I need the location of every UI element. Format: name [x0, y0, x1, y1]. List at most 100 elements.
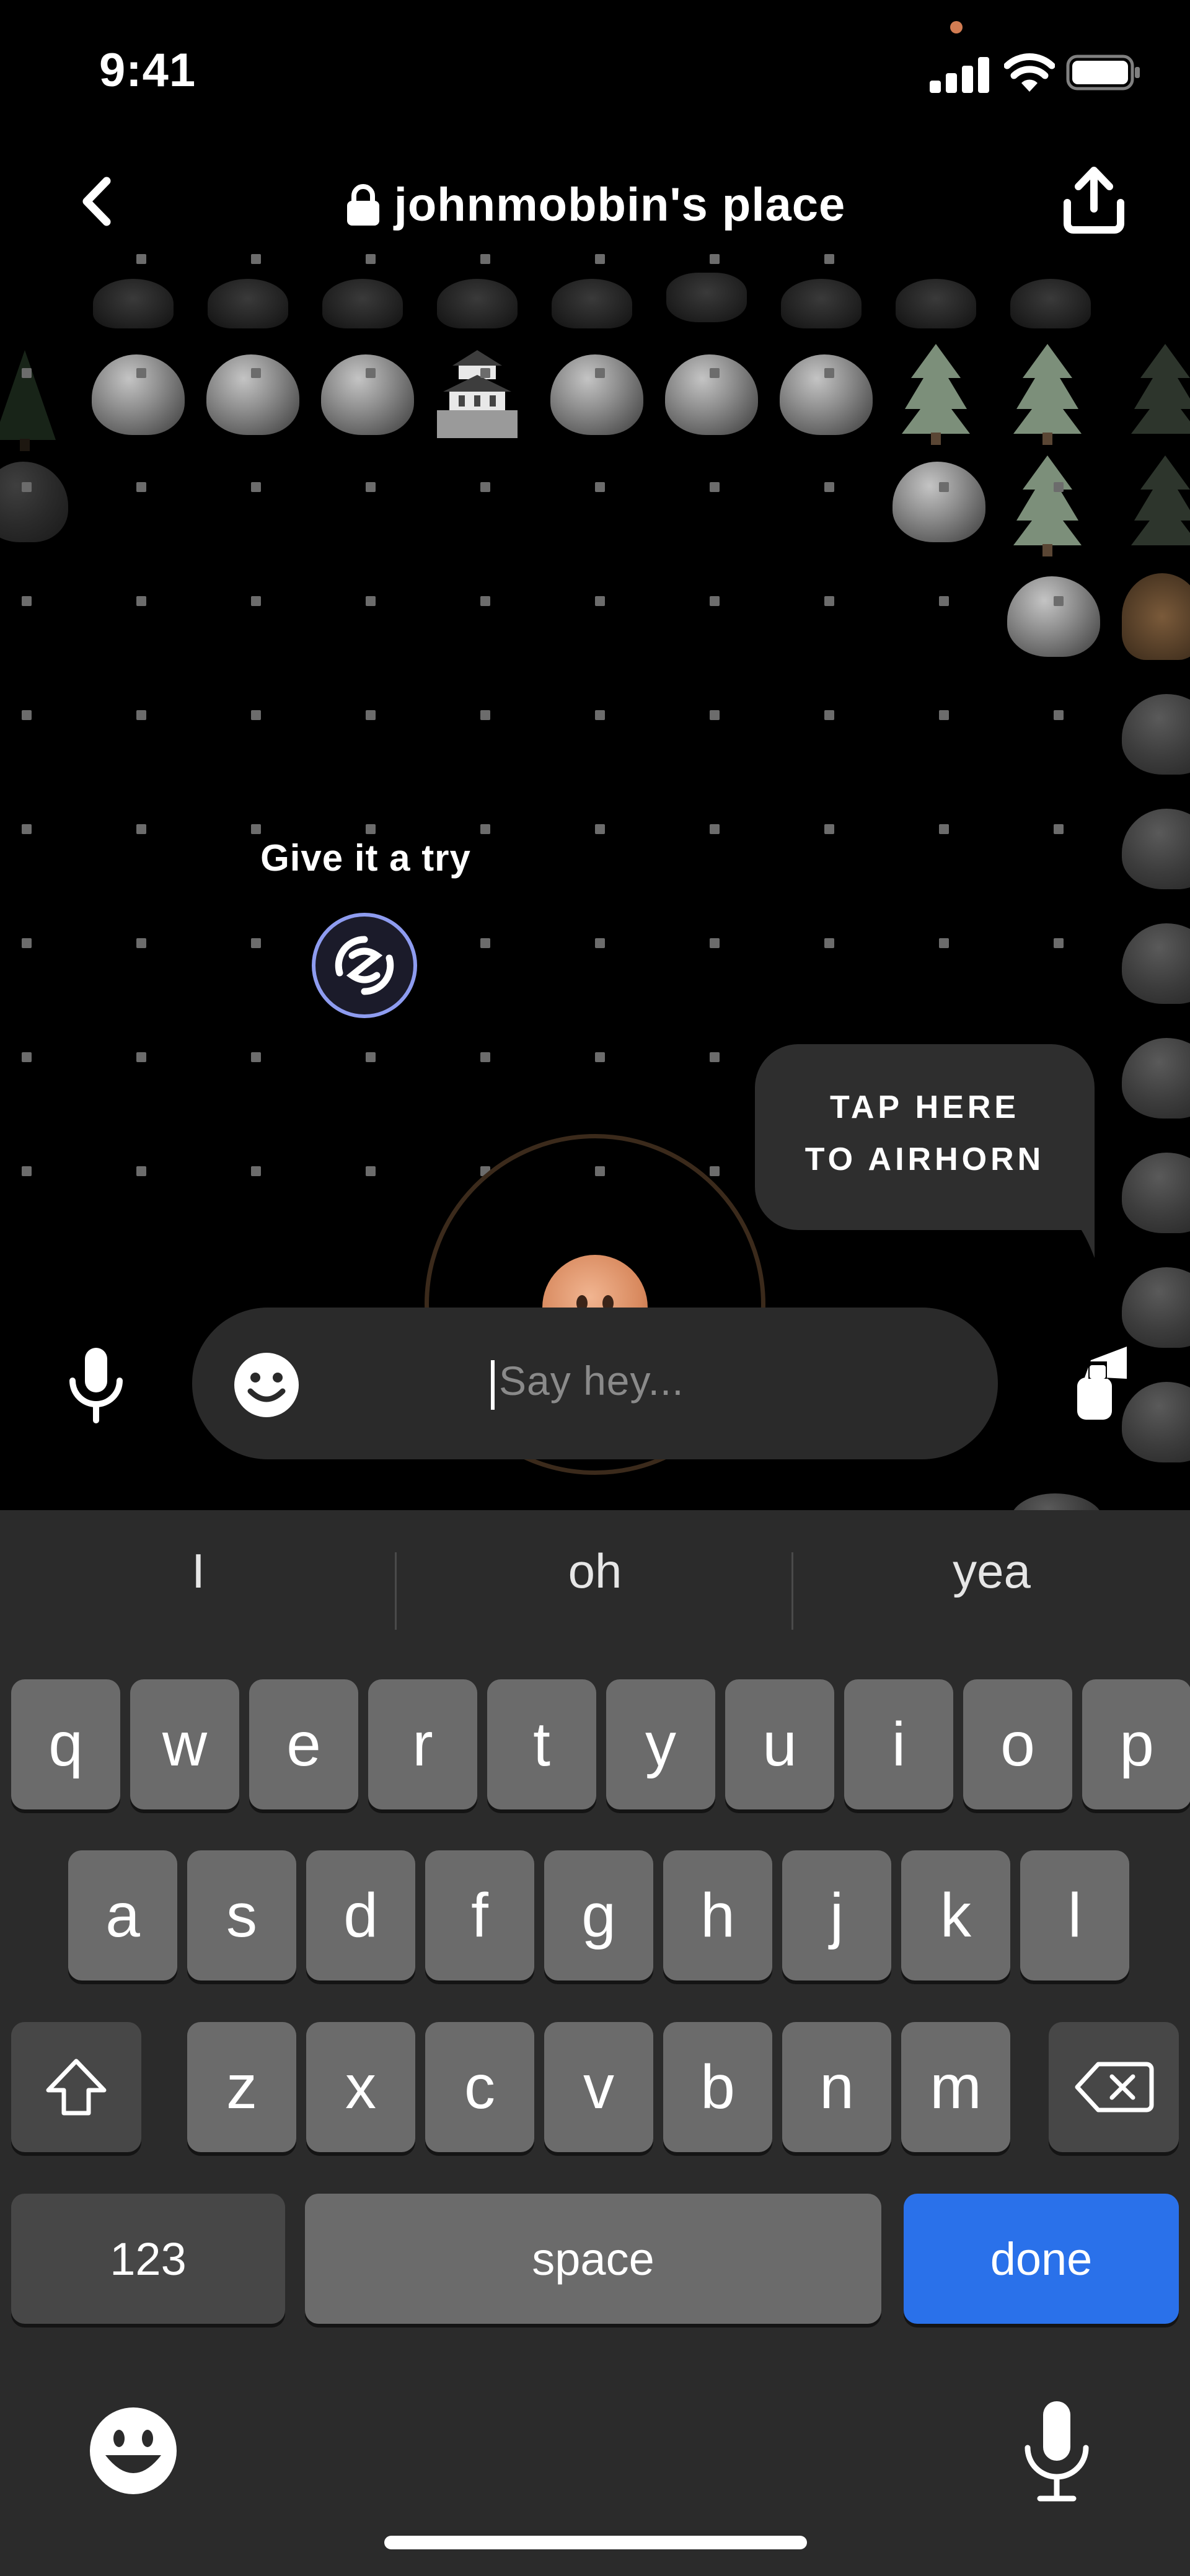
grid-dot: [595, 254, 605, 264]
key-n[interactable]: n: [782, 2022, 891, 2152]
grid-dot: [366, 710, 376, 720]
page-title: johnmobbin's place: [394, 178, 846, 231]
grid-dot: [710, 596, 720, 606]
key-a[interactable]: a: [68, 1850, 177, 1980]
space-key[interactable]: space: [305, 2194, 881, 2324]
bush-icon: [1122, 573, 1190, 660]
key-g[interactable]: g: [544, 1850, 653, 1980]
grid-dot: [595, 710, 605, 720]
grid-dot: [710, 368, 720, 378]
rock-icon: [1122, 923, 1190, 1004]
share-icon[interactable]: [1054, 164, 1134, 239]
grid-dot: [366, 824, 376, 834]
key-d[interactable]: d: [306, 1850, 415, 1980]
suggestion-3[interactable]: yea: [800, 1543, 1184, 1599]
bush-icon: [666, 273, 747, 322]
grid-dot: [22, 1052, 32, 1062]
grid-dot: [136, 596, 146, 606]
key-t[interactable]: t: [487, 1679, 596, 1809]
key-v[interactable]: v: [544, 2022, 653, 2152]
grid-dot: [710, 254, 720, 264]
airhorn-try-button[interactable]: [312, 913, 417, 1018]
suggestion-1[interactable]: I: [6, 1543, 390, 1599]
grid-dot: [251, 368, 261, 378]
grid-dot: [939, 938, 949, 948]
key-u[interactable]: u: [725, 1679, 834, 1809]
key-y[interactable]: y: [606, 1679, 715, 1809]
grid-dot: [251, 710, 261, 720]
key-e[interactable]: e: [249, 1679, 358, 1809]
key-h[interactable]: h: [663, 1850, 772, 1980]
key-l[interactable]: l: [1020, 1850, 1129, 1980]
key-b[interactable]: b: [663, 2022, 772, 2152]
key-c[interactable]: c: [425, 2022, 534, 2152]
grid-dot: [366, 254, 376, 264]
grid-dot: [824, 824, 834, 834]
key-x[interactable]: x: [306, 2022, 415, 2152]
grid-dot: [136, 1166, 146, 1176]
home-indicator[interactable]: [384, 2536, 807, 2549]
grid-dot: [480, 596, 490, 606]
grid-dot: [1054, 710, 1064, 720]
key-q[interactable]: q: [11, 1679, 120, 1809]
grid-dot: [251, 1052, 261, 1062]
emoji-keyboard-icon[interactable]: [87, 2404, 180, 2497]
airhorn-button-icon[interactable]: [1054, 1342, 1140, 1422]
smiley-icon[interactable]: [229, 1348, 304, 1422]
cellular-signal-icon: [930, 56, 989, 93]
grid-dot: [480, 482, 490, 492]
grid-dot: [480, 710, 490, 720]
grid-dot: [136, 368, 146, 378]
grid-dot: [22, 482, 32, 492]
grid-dot: [251, 254, 261, 264]
dictation-mic-icon[interactable]: [1016, 2398, 1097, 2503]
key-o[interactable]: o: [963, 1679, 1072, 1809]
grid-dot: [251, 824, 261, 834]
bush-icon: [322, 279, 403, 328]
suggestion-divider: [791, 1552, 793, 1630]
key-s[interactable]: s: [187, 1850, 296, 1980]
tree-icon: [1131, 455, 1190, 545]
rock-icon: [665, 354, 758, 435]
grid-dot: [251, 938, 261, 948]
bush-icon: [93, 279, 174, 328]
numbers-key[interactable]: 123: [11, 2194, 285, 2324]
key-p[interactable]: p: [1082, 1679, 1190, 1809]
chat-placeholder: Say hey...: [499, 1358, 684, 1404]
grid-dot: [1054, 482, 1064, 492]
grid-dot: [22, 368, 32, 378]
grid-dot: [824, 596, 834, 606]
microphone-icon[interactable]: [59, 1345, 133, 1425]
rock-icon: [0, 462, 68, 542]
wifi-icon: [1004, 53, 1055, 92]
key-i[interactable]: i: [844, 1679, 953, 1809]
rock-icon: [92, 354, 185, 435]
grid-dot: [480, 938, 490, 948]
tree-icon: [1131, 344, 1190, 434]
key-z[interactable]: z: [187, 2022, 296, 2152]
grid-dot: [251, 482, 261, 492]
done-key[interactable]: done: [904, 2194, 1179, 2324]
shift-key[interactable]: [11, 2022, 141, 2152]
grid-dot: [136, 482, 146, 492]
key-r[interactable]: r: [368, 1679, 477, 1809]
key-w[interactable]: w: [130, 1679, 239, 1809]
suggestion-2[interactable]: oh: [403, 1543, 787, 1599]
backspace-icon: [1075, 2062, 1154, 2112]
rock-icon: [1122, 1267, 1190, 1348]
key-k[interactable]: k: [901, 1850, 1010, 1980]
grid-dot: [136, 938, 146, 948]
grid-dot: [22, 710, 32, 720]
grid-dot: [595, 596, 605, 606]
grid-dot: [366, 596, 376, 606]
grid-dot: [480, 368, 490, 378]
bush-icon: [552, 279, 632, 328]
delete-key[interactable]: [1049, 2022, 1179, 2152]
rock-icon: [1010, 1493, 1103, 1512]
grid-dot: [824, 482, 834, 492]
grid-dot: [710, 938, 720, 948]
key-f[interactable]: f: [425, 1850, 534, 1980]
key-j[interactable]: j: [782, 1850, 891, 1980]
tree-icon: [0, 350, 56, 451]
key-m[interactable]: m: [901, 2022, 1010, 2152]
